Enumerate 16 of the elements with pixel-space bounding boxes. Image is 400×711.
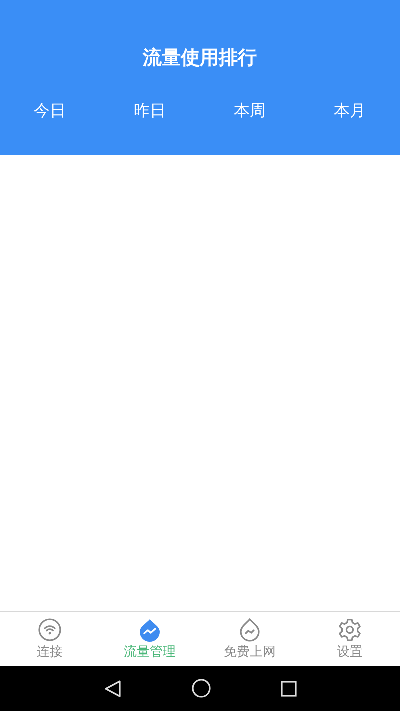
- nav-tab[interactable]: 连接: [0, 612, 100, 666]
- settings-icon: [338, 618, 362, 642]
- recents-icon[interactable]: [280, 680, 296, 696]
- back-icon[interactable]: [104, 680, 122, 698]
- period-tab[interactable]: 本月: [300, 100, 400, 122]
- nav-tab[interactable]: 免费上网: [200, 612, 300, 666]
- nav-tab[interactable]: 流量管理: [100, 612, 200, 666]
- nav-tab[interactable]: 设置: [300, 612, 400, 666]
- period-tab[interactable]: 昨日: [100, 100, 200, 122]
- wifi-icon: [38, 618, 62, 642]
- drop-chart-icon: [138, 618, 162, 642]
- home-icon[interactable]: [192, 679, 210, 698]
- drop-chart-icon: [238, 618, 262, 642]
- period-tab[interactable]: 今日: [0, 100, 100, 122]
- page-title: 流量使用排行: [143, 46, 257, 70]
- period-tab[interactable]: 本周: [200, 100, 300, 122]
